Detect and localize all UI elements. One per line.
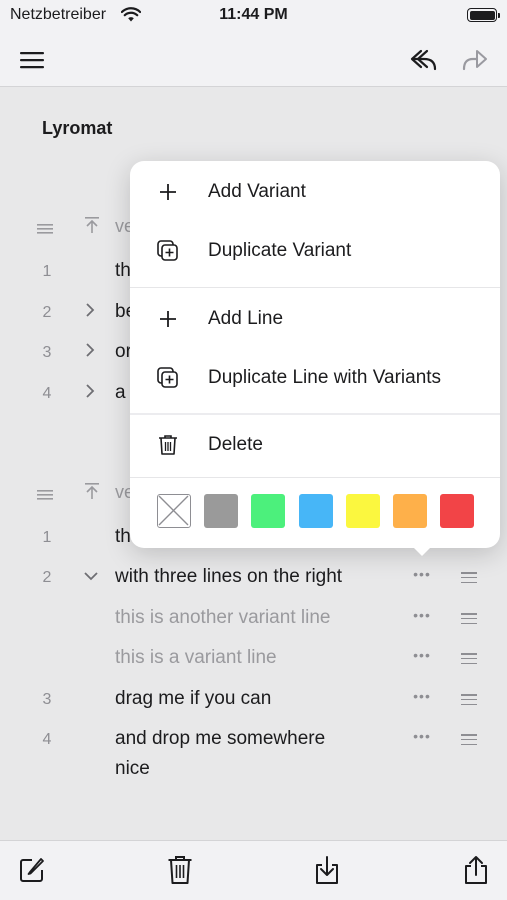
line-number: 1: [42, 263, 52, 280]
line-number: 1: [42, 529, 52, 546]
line-number: 4: [42, 385, 52, 402]
lyric-line-row: and drop me somewhere: [115, 728, 326, 749]
menu-separator: [130, 287, 500, 288]
color-swatch-blue[interactable]: [299, 494, 333, 528]
line-number: 2: [42, 569, 52, 586]
color-swatch-none[interactable]: [157, 494, 191, 528]
menu-item-label: Duplicate Variant: [208, 240, 352, 261]
plus-icon: [156, 307, 180, 331]
lyric-line[interactable]: and drop me somewhere nice: [115, 724, 325, 784]
line-number: 4: [42, 731, 52, 748]
duplicate-icon: [156, 366, 180, 390]
menu-item-add-line[interactable]: Add Line: [130, 289, 500, 349]
song-title[interactable]: Lyromat: [42, 118, 112, 139]
drag-handle-icon[interactable]: [461, 653, 477, 667]
download-tray-icon[interactable]: [312, 855, 342, 885]
trash-icon[interactable]: [165, 855, 195, 885]
menu-item-delete[interactable]: Delete: [130, 415, 500, 475]
menu-item-add-variant[interactable]: Add Variant: [130, 162, 500, 222]
menu-item-label: Duplicate Line with Variants: [208, 367, 442, 388]
line-number: 3: [42, 691, 52, 708]
color-swatch-orange[interactable]: [393, 494, 427, 528]
bottom-toolbar: [0, 840, 507, 900]
line-number: 2: [42, 304, 52, 321]
redo-icon[interactable]: [459, 44, 491, 76]
menu-item-duplicate-line[interactable]: Duplicate Line with Variants: [130, 348, 500, 408]
more-options-icon[interactable]: •••: [410, 647, 434, 663]
collapse-up-icon[interactable]: [84, 216, 100, 239]
chevron-down-icon[interactable]: [83, 569, 99, 587]
more-options-icon[interactable]: •••: [410, 607, 434, 623]
lyric-line[interactable]: th: [115, 256, 131, 286]
line-number: 3: [42, 344, 52, 361]
menu-item-label: Delete: [208, 434, 263, 455]
color-swatch-gray[interactable]: [204, 494, 238, 528]
lyric-line-row: nice: [115, 758, 150, 779]
status-bar: Netzbetreiber 11:44 PM: [0, 0, 507, 32]
more-options-icon[interactable]: •••: [410, 688, 434, 704]
more-options-icon[interactable]: •••: [410, 566, 434, 582]
chevron-right-icon[interactable]: [85, 383, 95, 404]
more-options-icon[interactable]: •••: [410, 728, 434, 744]
compose-icon[interactable]: [17, 855, 47, 885]
navigation-bar: [0, 32, 507, 87]
section-grip-icon[interactable]: [37, 488, 53, 506]
drag-handle-icon[interactable]: [461, 694, 477, 708]
menu-item-label: Add Variant: [208, 181, 306, 202]
lyric-line[interactable]: drag me if you can: [115, 684, 271, 714]
battery-icon: [467, 8, 500, 22]
undo-icon[interactable]: [408, 44, 440, 76]
variant-line[interactable]: this is a variant line: [115, 643, 277, 673]
hamburger-menu-icon[interactable]: [16, 44, 48, 76]
chevron-right-icon[interactable]: [85, 302, 95, 323]
popover-arrow: [412, 546, 432, 556]
context-menu: Add Variant Duplicate Variant Add Line D…: [130, 161, 500, 548]
lyric-line[interactable]: th: [115, 522, 131, 552]
plus-icon: [156, 180, 180, 204]
color-swatch-yellow[interactable]: [346, 494, 380, 528]
lyric-line[interactable]: a: [115, 378, 126, 408]
share-icon[interactable]: [461, 855, 491, 885]
color-swatch-red[interactable]: [440, 494, 474, 528]
drag-handle-icon[interactable]: [461, 734, 477, 748]
collapse-up-icon[interactable]: [84, 482, 100, 505]
lyric-line[interactable]: with three lines on the right: [115, 562, 342, 592]
drag-handle-icon[interactable]: [461, 613, 477, 627]
color-swatch-green[interactable]: [251, 494, 285, 528]
variant-line[interactable]: this is another variant line: [115, 603, 330, 633]
menu-item-label: Add Line: [208, 308, 284, 329]
section-grip-icon[interactable]: [37, 222, 53, 240]
menu-item-duplicate-variant[interactable]: Duplicate Variant: [130, 221, 500, 281]
trash-icon: [156, 433, 180, 457]
status-time: 11:44 PM: [219, 6, 288, 23]
chevron-right-icon[interactable]: [85, 342, 95, 363]
drag-handle-icon[interactable]: [461, 572, 477, 586]
menu-separator: [130, 477, 500, 478]
duplicate-icon: [156, 239, 180, 263]
